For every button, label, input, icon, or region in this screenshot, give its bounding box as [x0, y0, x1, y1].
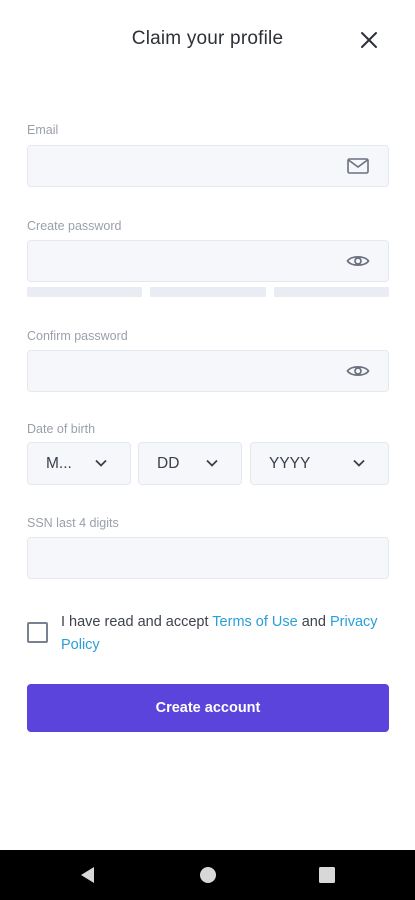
chevron-down-icon: [95, 459, 107, 467]
dob-month-value: M...: [46, 454, 72, 472]
strength-segment: [273, 287, 389, 297]
home-circle-icon[interactable]: [197, 864, 219, 886]
ssn-label: SSN last 4 digits: [27, 516, 119, 530]
confirm-password-field[interactable]: [28, 351, 388, 391]
dob-year-value: YYYY: [269, 454, 311, 472]
email-field[interactable]: [28, 146, 388, 186]
chevron-down-icon: [353, 459, 365, 467]
eye-icon[interactable]: [346, 361, 370, 381]
create-account-button[interactable]: Create account: [27, 684, 389, 732]
eye-icon[interactable]: [346, 251, 370, 271]
email-label: Email: [27, 123, 59, 137]
terms-of-use-link[interactable]: Terms of Use: [212, 614, 297, 630]
password-label: Create password: [27, 219, 122, 233]
consent-checkbox[interactable]: [27, 622, 48, 643]
dob-day-value: DD: [157, 454, 180, 472]
password-strength-meter: [27, 287, 389, 297]
strength-segment: [27, 287, 143, 297]
header: Claim your profile: [0, 0, 415, 80]
email-field-container: [27, 145, 389, 187]
dob-year-select[interactable]: YYYY: [250, 442, 389, 485]
close-icon[interactable]: [357, 28, 381, 52]
consent-text-middle: and: [297, 614, 330, 630]
confirm-password-label: Confirm password: [27, 329, 128, 343]
dob-day-select[interactable]: DD: [138, 442, 242, 485]
password-field-container: [27, 240, 389, 282]
dob-month-select[interactable]: M...: [27, 442, 131, 485]
back-triangle-icon[interactable]: [77, 864, 99, 886]
strength-segment: [150, 287, 266, 297]
page-title: Claim your profile: [131, 28, 284, 49]
consent-text-before: I have read and accept: [61, 614, 213, 630]
password-field[interactable]: [28, 241, 388, 281]
chevron-down-icon: [206, 459, 218, 467]
mail-icon: [346, 156, 370, 176]
dob-label: Date of birth: [27, 422, 96, 436]
ssn-field-container: [27, 537, 389, 579]
confirm-password-field-container: [27, 350, 389, 392]
system-navigation-bar: [0, 850, 415, 900]
recents-square-icon[interactable]: [316, 864, 338, 886]
ssn-field[interactable]: [28, 538, 388, 578]
consent-text: I have read and accept Terms of Use and …: [61, 611, 391, 657]
